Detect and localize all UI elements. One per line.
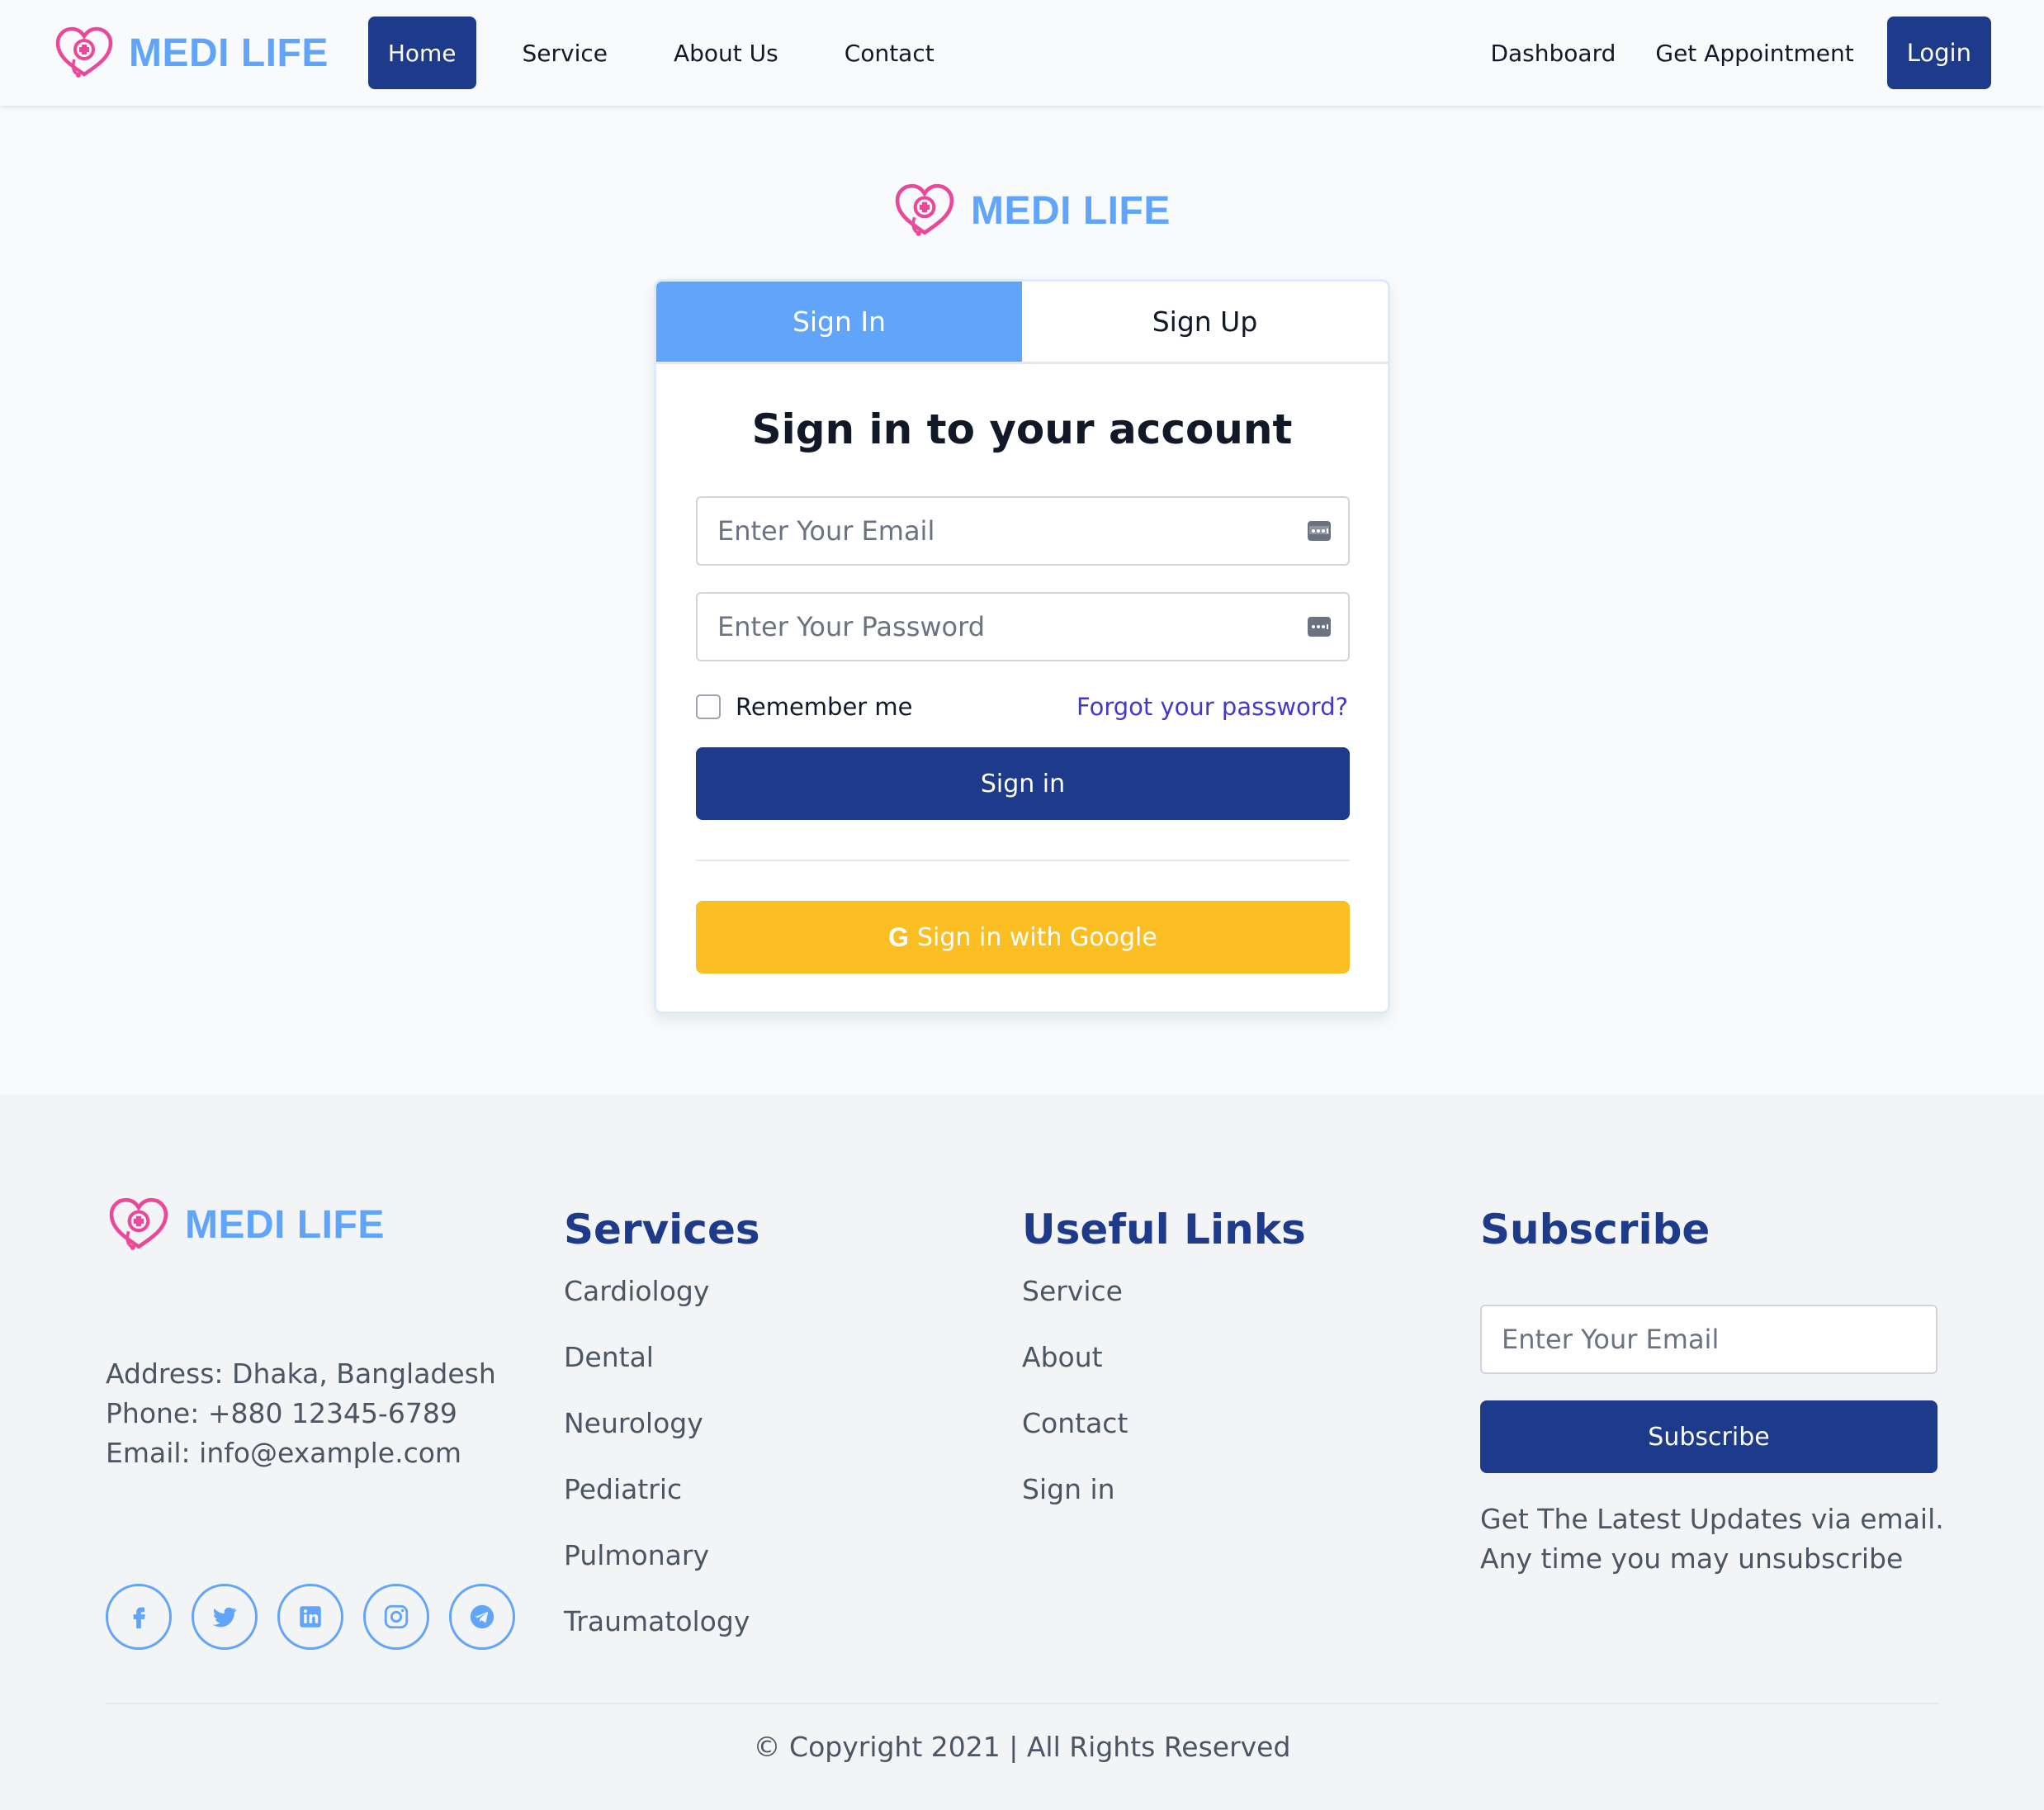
telegram-icon bbox=[470, 1604, 494, 1629]
auth-card: Sign In Sign Up Sign in to your account … bbox=[654, 279, 1390, 1014]
navbar: MEDI LIFE Home Service About Us Contact … bbox=[0, 0, 2044, 106]
auth-logo: MEDI LIFE bbox=[892, 182, 1171, 239]
service-link-traumatology[interactable]: Traumatology bbox=[564, 1604, 760, 1670]
footer-link-contact[interactable]: Contact bbox=[1022, 1405, 1306, 1471]
social-links bbox=[106, 1584, 535, 1650]
services-heading: Services bbox=[564, 1206, 760, 1253]
nav-home[interactable]: Home bbox=[367, 17, 476, 89]
footer-link-sign-in[interactable]: Sign in bbox=[1022, 1471, 1306, 1538]
social-telegram[interactable] bbox=[449, 1584, 515, 1650]
footer-subscribe: Subscribe Subscribe Get The Latest Updat… bbox=[1480, 1201, 1992, 1597]
social-twitter[interactable] bbox=[192, 1584, 258, 1650]
tab-sign-up[interactable]: Sign Up bbox=[1022, 282, 1388, 362]
subscribe-note-line: Get The Latest Updates via email. bbox=[1480, 1503, 1944, 1535]
copyright: © Copyright 2021 | All Rights Reserved bbox=[753, 1731, 1291, 1763]
contact-email: Email: info@example.com bbox=[106, 1437, 462, 1469]
brand-name: MEDI LIFE bbox=[971, 188, 1171, 233]
subscribe-note-line: Any time you may unsubscribe bbox=[1480, 1542, 1904, 1575]
email-field bbox=[696, 496, 1350, 566]
google-icon: G bbox=[888, 922, 910, 952]
email-input[interactable] bbox=[698, 498, 1348, 564]
contact-address: Address: Dhaka, Bangladesh bbox=[106, 1358, 496, 1390]
service-link-pulmonary[interactable]: Pulmonary bbox=[564, 1538, 760, 1604]
autofill-icon[interactable] bbox=[1307, 519, 1332, 543]
footer-useful-links: Useful Links Service About Contact Sign … bbox=[1022, 1201, 1306, 1538]
brand-logo[interactable]: MEDI LIFE bbox=[53, 20, 329, 86]
sign-in-button[interactable]: Sign in bbox=[696, 747, 1350, 820]
main-nav: Home Service About Us Contact bbox=[367, 17, 981, 89]
auth-tabs: Sign In Sign Up bbox=[656, 282, 1388, 364]
linkedin-icon bbox=[300, 1606, 321, 1628]
subscribe-button[interactable]: Subscribe bbox=[1480, 1400, 1938, 1473]
subscribe-email-input[interactable] bbox=[1482, 1306, 1936, 1372]
footer-services: Services Cardiology Dental Neurology Ped… bbox=[564, 1201, 760, 1670]
instagram-icon bbox=[384, 1604, 409, 1629]
password-field bbox=[696, 592, 1350, 661]
password-input[interactable] bbox=[698, 594, 1348, 660]
divider bbox=[696, 860, 1350, 861]
twitter-icon bbox=[212, 1607, 237, 1628]
social-linkedin[interactable] bbox=[277, 1584, 343, 1650]
footer-divider bbox=[106, 1703, 1938, 1704]
footer-brand[interactable]: MEDI LIFE bbox=[106, 1196, 385, 1253]
useful-links-heading: Useful Links bbox=[1022, 1206, 1306, 1253]
footer-link-service[interactable]: Service bbox=[1022, 1273, 1306, 1339]
autofill-icon[interactable] bbox=[1307, 614, 1332, 639]
google-sign-in-label: Sign in with Google bbox=[917, 922, 1157, 952]
service-link-neurology[interactable]: Neurology bbox=[564, 1405, 760, 1471]
nav-service[interactable]: Service bbox=[503, 17, 627, 89]
nav-right: Dashboard Get Appointment Login bbox=[1470, 17, 1991, 89]
nav-contact[interactable]: Contact bbox=[825, 17, 954, 89]
remember-me: Remember me bbox=[696, 693, 913, 721]
remember-label: Remember me bbox=[736, 693, 913, 721]
login-button[interactable]: Login bbox=[1886, 17, 1991, 89]
brand-name: MEDI LIFE bbox=[185, 1202, 385, 1247]
heart-stethoscope-icon bbox=[109, 1197, 168, 1250]
nav-dashboard[interactable]: Dashboard bbox=[1470, 17, 1635, 89]
heart-stethoscope-icon bbox=[55, 26, 113, 78]
useful-links-list: Service About Contact Sign in bbox=[1022, 1273, 1306, 1538]
services-list: Cardiology Dental Neurology Pediatric Pu… bbox=[564, 1273, 760, 1670]
footer-contact: Address: Dhaka, Bangladesh Phone: +880 1… bbox=[106, 1354, 496, 1473]
google-sign-in-button[interactable]: G Sign in with Google bbox=[696, 901, 1350, 974]
brand-name: MEDI LIFE bbox=[129, 31, 329, 75]
signin-title: Sign in to your account bbox=[751, 405, 1293, 453]
footer-link-about[interactable]: About bbox=[1022, 1339, 1306, 1405]
service-link-cardiology[interactable]: Cardiology bbox=[564, 1273, 760, 1339]
subscribe-note: Get The Latest Updates via email. Any ti… bbox=[1480, 1500, 1975, 1579]
footer: MEDI LIFE Address: Dhaka, Bangladesh Pho… bbox=[0, 1095, 2044, 1810]
heart-stethoscope-icon bbox=[895, 183, 954, 236]
forgot-password-link[interactable]: Forgot your password? bbox=[1076, 693, 1348, 721]
service-link-dental[interactable]: Dental bbox=[564, 1339, 760, 1405]
subscribe-email-field bbox=[1480, 1305, 1938, 1374]
remember-checkbox[interactable] bbox=[696, 694, 721, 719]
nav-get-appointment[interactable]: Get Appointment bbox=[1635, 17, 1873, 89]
social-facebook[interactable] bbox=[106, 1584, 172, 1650]
social-instagram[interactable] bbox=[363, 1584, 429, 1650]
tab-sign-in[interactable]: Sign In bbox=[656, 282, 1022, 362]
nav-about-us[interactable]: About Us bbox=[654, 17, 798, 89]
service-link-pediatric[interactable]: Pediatric bbox=[564, 1471, 760, 1538]
subscribe-heading: Subscribe bbox=[1480, 1206, 1710, 1253]
facebook-icon bbox=[133, 1607, 145, 1629]
contact-phone: Phone: +880 12345-6789 bbox=[106, 1397, 457, 1429]
